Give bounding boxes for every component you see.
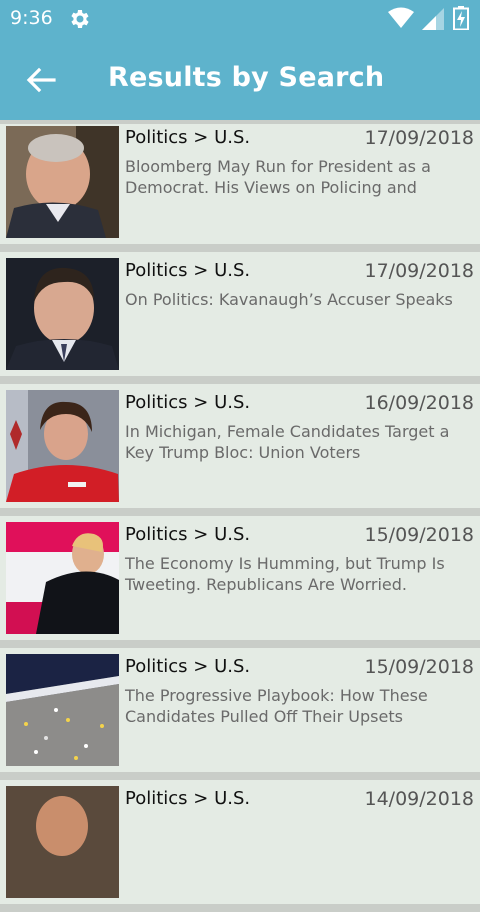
article-category: Politics > U.S. <box>125 260 251 281</box>
article-thumbnail <box>6 654 119 766</box>
article-date: 14/09/2018 <box>364 788 474 810</box>
article-date: 16/09/2018 <box>364 392 474 414</box>
article-category: Politics > U.S. <box>125 392 251 413</box>
article-category: Politics > U.S. <box>125 788 251 809</box>
article-thumbnail <box>6 786 119 898</box>
article-headline: On Politics: Kavanaugh’s Accuser Speaks <box>125 290 453 309</box>
article-thumbnail <box>6 390 119 502</box>
list-item[interactable]: Politics > U.S. 17/09/2018 Bloomberg May… <box>0 124 480 252</box>
campaign-banner-image <box>6 654 119 766</box>
article-date: 15/09/2018 <box>364 524 474 546</box>
man-portrait-image <box>6 258 119 370</box>
woman-portrait-image <box>6 390 119 502</box>
article-date: 17/09/2018 <box>364 127 474 149</box>
portrait-image <box>6 786 119 898</box>
list-item[interactable]: Politics > U.S. 15/09/2018 The Progressi… <box>0 648 480 780</box>
article-headline: The Progressive Playbook: How These Cand… <box>125 686 428 726</box>
article-thumbnail <box>6 258 119 370</box>
man-portrait-image <box>6 126 119 238</box>
article-category: Politics > U.S. <box>125 524 251 545</box>
article-headline: In Michigan, Female Candidates Target a … <box>125 422 450 462</box>
list-item[interactable]: Politics > U.S. 17/09/2018 On Politics: … <box>0 252 480 384</box>
wifi-icon <box>388 7 414 28</box>
page-title: Results by Search <box>108 62 385 93</box>
signal-icon <box>422 8 444 30</box>
article-category: Politics > U.S. <box>125 127 251 148</box>
list-item[interactable]: Politics > U.S. 16/09/2018 In Michigan, … <box>0 384 480 516</box>
gear-icon <box>71 10 89 28</box>
back-arrow-icon[interactable] <box>24 63 58 97</box>
battery-charging-icon <box>453 6 469 30</box>
status-time: 9:36 <box>10 7 53 29</box>
article-category: Politics > U.S. <box>125 656 251 677</box>
list-item[interactable]: Politics > U.S. 15/09/2018 The Economy I… <box>0 516 480 648</box>
article-thumbnail <box>6 126 119 238</box>
man-silhouette-image <box>6 522 119 634</box>
article-headline: The Economy Is Humming, but Trump Is Twe… <box>125 554 445 594</box>
app-bar: Results by Search <box>0 38 480 120</box>
article-date: 17/09/2018 <box>364 260 474 282</box>
article-thumbnail <box>6 522 119 634</box>
status-bar: 9:36 <box>0 0 480 38</box>
article-headline: Bloomberg May Run for President as a Dem… <box>125 157 431 197</box>
results-list[interactable]: Politics > U.S. 17/09/2018 Bloomberg May… <box>0 120 480 912</box>
article-date: 15/09/2018 <box>364 656 474 678</box>
